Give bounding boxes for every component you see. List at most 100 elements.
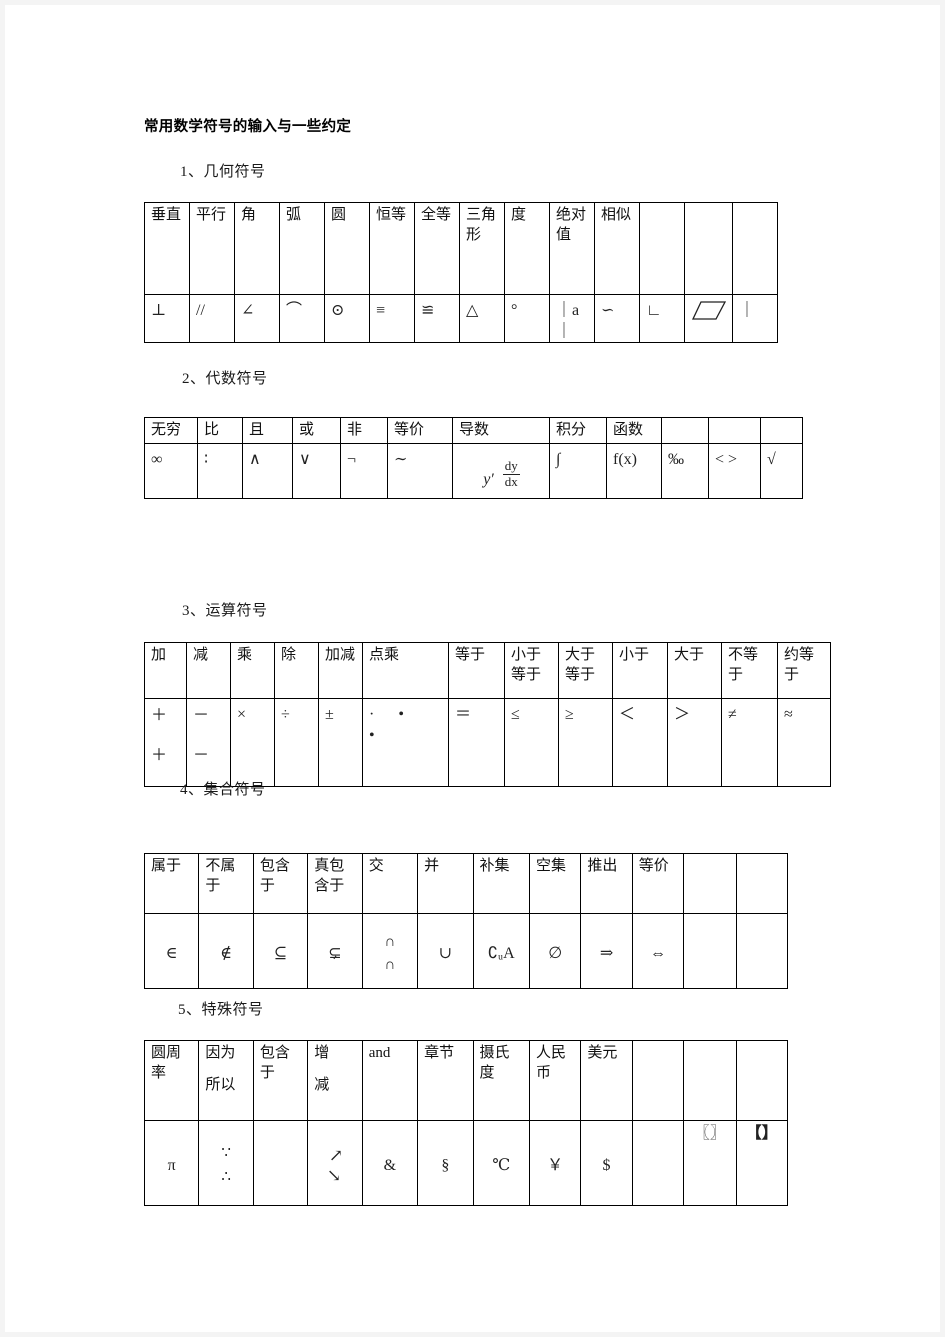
intersection-line-1: ∩ (384, 934, 396, 950)
section-heading-operation: 3、运算符号 (182, 603, 268, 619)
table-row: 加 减 乘 除 加减 点乘 等于 小于等于 大于等于 小于 大于 不等于 约等于 (144, 642, 831, 699)
minus-stack: － － (193, 704, 225, 768)
cell-symbol-belongto: ∈ (143, 913, 200, 989)
cell-header-greaterequal: 大于等于 (558, 642, 613, 699)
because-header-line-2: 所以 (205, 1076, 236, 1093)
cell-header-not: 非 (340, 417, 388, 444)
cell-header-empty-2 (708, 417, 761, 444)
cell-header-equal: 等于 (448, 642, 505, 699)
table-row: 属于 不属于 包含于 真包含于 交 并 补集 空集 推出 等价 (143, 853, 789, 914)
cell-symbol-angle: ∠ (234, 293, 280, 344)
cell-symbol-contain-empty (252, 1120, 309, 1206)
parallelogram-icon (691, 301, 727, 320)
table-row: π ∵ ∴ ↗ ↘ & § ℃ ￥ $ 〖〗 【】 (143, 1120, 789, 1206)
cell-header-empty-3 (760, 417, 803, 444)
cell-symbol-integral: ∫ (549, 443, 607, 499)
rmb-header-stack: 人民 币 (536, 1044, 575, 1084)
cell-symbol-similar: ∽ (594, 293, 640, 344)
cell-symbol-permille: ‰ (661, 443, 709, 499)
cell-symbol-infinity: ∞ (144, 443, 198, 499)
cell-header-dotproduct: 点乘 (362, 642, 449, 699)
fraction-denominator: dx (504, 473, 518, 489)
table-row: 圆周 率 因为 所以 包含 于 增 减 and 章节 摄氏 度 人民 币 美元 (143, 1040, 789, 1121)
cell-header-circle: 圆 (324, 202, 370, 295)
cell-header-notequal: 不等于 (721, 642, 778, 699)
cell-symbol-notequal: ≠ (721, 698, 778, 787)
cell-header-plus: 加 (144, 642, 187, 699)
cell-header-contain: 包含 于 (252, 1040, 309, 1121)
cell-header-similar: 相似 (594, 202, 640, 295)
cell-header-and-word: and (361, 1040, 419, 1121)
plus-line-1: ＋ (151, 707, 168, 724)
minus-line-1: － (193, 707, 210, 724)
cell-symbol-greater: ＞ (667, 698, 722, 787)
cell-header-function: 函数 (606, 417, 662, 444)
cell-symbol-arc: ⌒ (279, 293, 325, 344)
cell-header-divide: 除 (274, 642, 319, 699)
section-heading-set: 4、集合符号 (180, 782, 266, 798)
cell-header-and: 且 (242, 417, 293, 444)
cell-header-multiply: 乘 (230, 642, 275, 699)
cell-header-section: 章节 (417, 1040, 474, 1121)
cell-symbol-pi: π (143, 1120, 200, 1206)
cell-header-parallel: 平行 (189, 202, 235, 295)
cell-symbol-rmb: ￥ (528, 1120, 582, 1206)
cell-header-union: 并 (417, 853, 474, 914)
because-header-stack: 因为 所以 (205, 1044, 247, 1096)
cell-header-rmb: 人民 币 (528, 1040, 582, 1121)
table-algebra-symbols: 无穷 比 且 或 非 等价 导数 积分 函数 ∞ ∶ ∧ ∨ ¬ ∼ y′ dy d… (144, 417, 803, 499)
cell-symbol-absolute: ｜a｜ (549, 293, 595, 344)
arrow-stack: ↗ ↘ (308, 1146, 361, 1185)
cell-header-implies: 推出 (580, 853, 633, 914)
cell-symbol-celsius: ℃ (472, 1120, 530, 1206)
celsius-header-line-1: 摄氏 (479, 1045, 510, 1061)
cell-symbol-propersubset: ⊊ (307, 913, 363, 989)
delta-header-line-1: 增 (314, 1045, 330, 1061)
cell-header-greater: 大于 (667, 642, 722, 699)
cell-header-notbelongto: 不属于 (198, 853, 254, 914)
table-operation-symbols: 加 减 乘 除 加减 点乘 等于 小于等于 大于等于 小于 大于 不等于 约等于… (144, 642, 831, 787)
cell-header-infinity: 无穷 (144, 417, 198, 444)
cell-symbol-lessequal: ≤ (504, 698, 559, 787)
cell-symbol-section: § (417, 1120, 474, 1206)
cell-symbol-plus: ＋ ＋ (144, 698, 187, 787)
table-special-symbols: 圆周 率 因为 所以 包含 于 增 减 and 章节 摄氏 度 人民 币 美元 … (143, 1040, 789, 1206)
cell-symbol-parallelogram (684, 293, 733, 344)
cell-header-identical: 恒等 (369, 202, 415, 295)
table-row: 垂直 平行 角 弧 圆 恒等 全等 三角形 度 绝对值 相似 (144, 202, 778, 295)
because-symbol: ∵ (221, 1145, 231, 1162)
cell-header-celsius: 摄氏 度 (472, 1040, 530, 1121)
cell-header-subset: 包含于 (252, 853, 309, 914)
celsius-header-stack: 摄氏 度 (480, 1044, 524, 1084)
cell-header-ratio: 比 (197, 417, 243, 444)
cell-symbol-empty-1 (683, 913, 737, 989)
delta-header-line-2: 减 (314, 1076, 330, 1093)
contain-header-line-2: 于 (259, 1064, 275, 1081)
cell-header-integral: 积分 (549, 417, 607, 444)
cell-header-because: 因为 所以 (198, 1040, 254, 1121)
cell-symbol-subset: ⊆ (252, 913, 309, 989)
cell-symbol-and: ∧ (242, 443, 293, 499)
cell-header-empty-1 (661, 417, 709, 444)
cell-symbol-circle: ⊙ (324, 293, 370, 344)
cell-header-empty-3 (735, 1040, 789, 1121)
cell-header-equivalence: 等价 (387, 417, 453, 444)
cell-symbol-vertical-bar: ｜ (732, 293, 778, 344)
delta-header-stack: 增 减 (314, 1044, 356, 1096)
cell-header-empty-3 (732, 202, 778, 295)
cell-header-absolute: 绝对值 (549, 202, 595, 295)
section-heading-geometry: 1、几何符号 (180, 164, 266, 180)
cell-symbol-plusminus: ± (318, 698, 363, 787)
cell-header-empty-2 (735, 853, 789, 914)
cell-header-triangle: 三角形 (459, 202, 505, 295)
cell-header-intersection: 交 (361, 853, 419, 914)
pi-header-line-1: 圆周 (151, 1045, 182, 1061)
cell-symbol-dotproduct: · • • (362, 698, 449, 787)
pi-header-stack: 圆周 率 (151, 1044, 193, 1084)
cell-header-arc: 弧 (279, 202, 325, 295)
derivative-prime: y′ (483, 470, 494, 488)
cell-symbol-angle-brackets: < > (708, 443, 761, 499)
cell-header-empty-1 (631, 1040, 685, 1121)
cell-symbol-right-angle: ∟ (639, 293, 685, 344)
